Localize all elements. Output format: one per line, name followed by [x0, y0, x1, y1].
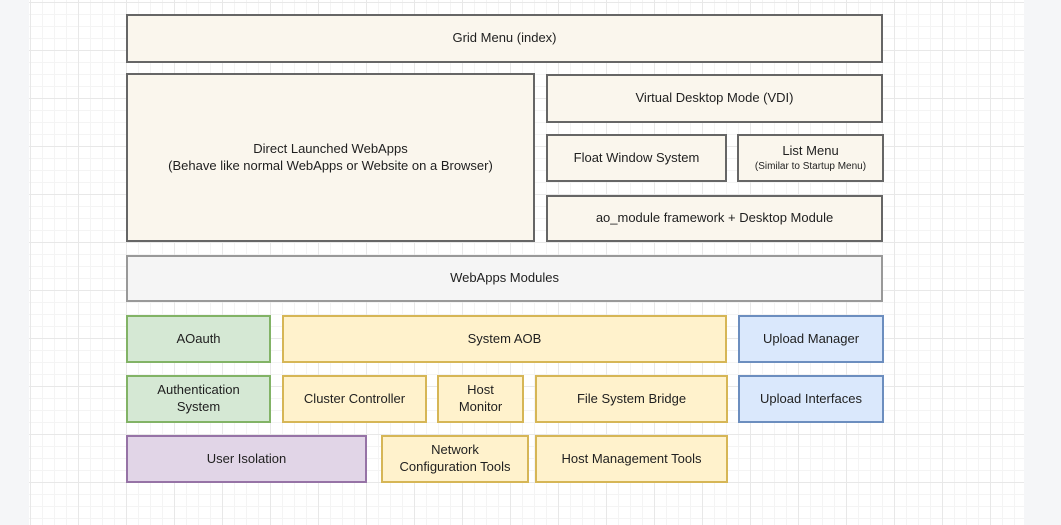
- box-label: User Isolation: [138, 451, 355, 468]
- box-label: Direct Launched WebApps: [138, 141, 523, 158]
- box-direct-launched-webapps[interactable]: Direct Launched WebApps (Behave like nor…: [126, 73, 535, 242]
- box-user-isolation[interactable]: User Isolation: [126, 435, 367, 483]
- box-list-menu[interactable]: List Menu (Similar to Startup Menu): [737, 134, 884, 182]
- box-label: AOauth: [138, 331, 259, 348]
- box-label: Cluster Controller: [294, 391, 415, 408]
- box-upload-manager[interactable]: Upload Manager: [738, 315, 884, 363]
- box-label: Host Monitor: [447, 382, 514, 416]
- box-ao-module-framework[interactable]: ao_module framework + Desktop Module: [546, 195, 883, 242]
- box-authentication-system[interactable]: Authentication System: [126, 375, 271, 423]
- box-host-management-tools[interactable]: Host Management Tools: [535, 435, 728, 483]
- box-label: Authentication System: [136, 382, 261, 416]
- box-aoauth[interactable]: AOauth: [126, 315, 271, 363]
- box-label: List Menu: [749, 143, 872, 160]
- box-file-system-bridge[interactable]: File System Bridge: [535, 375, 728, 423]
- diagram-page: Grid Menu (index) Direct Launched WebApp…: [0, 0, 1061, 525]
- box-label: WebApps Modules: [138, 270, 871, 287]
- box-label: Host Management Tools: [547, 451, 716, 468]
- box-sublabel: (Similar to Startup Menu): [749, 160, 872, 173]
- box-cluster-controller[interactable]: Cluster Controller: [282, 375, 427, 423]
- box-virtual-desktop-mode[interactable]: Virtual Desktop Mode (VDI): [546, 74, 883, 123]
- diagram-canvas: Grid Menu (index) Direct Launched WebApp…: [29, 0, 1024, 525]
- box-sublabel: (Behave like normal WebApps or Website o…: [138, 158, 523, 175]
- box-webapps-modules[interactable]: WebApps Modules: [126, 255, 883, 302]
- box-label: Float Window System: [558, 150, 715, 167]
- box-system-aob[interactable]: System AOB: [282, 315, 727, 363]
- box-host-monitor[interactable]: Host Monitor: [437, 375, 524, 423]
- box-label: File System Bridge: [547, 391, 716, 408]
- box-upload-interfaces[interactable]: Upload Interfaces: [738, 375, 884, 423]
- box-label: Network Configuration Tools: [391, 442, 519, 476]
- box-label: System AOB: [294, 331, 715, 348]
- box-label: Upload Interfaces: [750, 391, 872, 408]
- box-label: Upload Manager: [750, 331, 872, 348]
- box-label: Virtual Desktop Mode (VDI): [558, 90, 871, 107]
- box-label: Grid Menu (index): [138, 30, 871, 47]
- box-grid-menu[interactable]: Grid Menu (index): [126, 14, 883, 63]
- box-float-window-system[interactable]: Float Window System: [546, 134, 727, 182]
- box-label: ao_module framework + Desktop Module: [558, 210, 871, 227]
- box-network-configuration-tools[interactable]: Network Configuration Tools: [381, 435, 529, 483]
